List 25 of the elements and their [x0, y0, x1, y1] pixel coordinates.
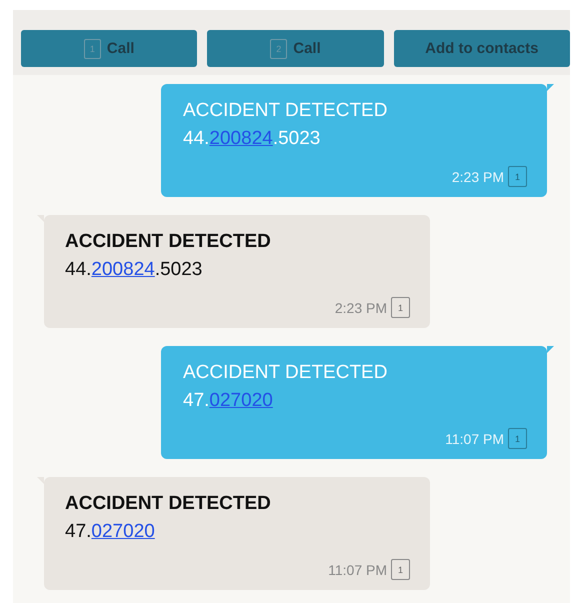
sim-icon: 1	[84, 38, 101, 58]
sim-icon: 1	[391, 559, 410, 580]
message-time: 2:23 PM	[334, 300, 387, 316]
message-text: 47.027020	[65, 520, 156, 544]
message-text: 47.027020	[183, 389, 274, 413]
message-title: ACCIDENT DETECTED	[183, 99, 388, 123]
number-link[interactable]: 027020	[209, 390, 273, 411]
number-link[interactable]: 027020	[91, 521, 155, 542]
message-title: ACCIDENT DETECTED	[65, 230, 272, 254]
sim-icon: 2	[270, 38, 288, 58]
message-title: ACCIDENT DETECTED	[65, 492, 272, 516]
message-time: 11:07 PM	[328, 562, 387, 578]
number-link[interactable]: 200824	[209, 128, 273, 149]
add-contact-button[interactable]: Add to contacts	[394, 30, 570, 67]
sim-icon: 1	[391, 297, 410, 318]
message-title: ACCIDENT DETECTED	[183, 361, 388, 385]
sim-icon: 1	[508, 166, 527, 187]
message-time: 2:23 PM	[452, 168, 504, 184]
message-text: 44.200824.5023	[65, 258, 204, 282]
call-button[interactable]: 2 Call	[207, 30, 384, 67]
number-link[interactable]: 200824	[91, 259, 155, 280]
call-button[interactable]: 1 Call	[21, 30, 198, 67]
message-text: 44.200824.5023	[183, 127, 322, 151]
sim-icon: 1	[508, 428, 527, 449]
message-time: 11:07 PM	[445, 430, 504, 446]
